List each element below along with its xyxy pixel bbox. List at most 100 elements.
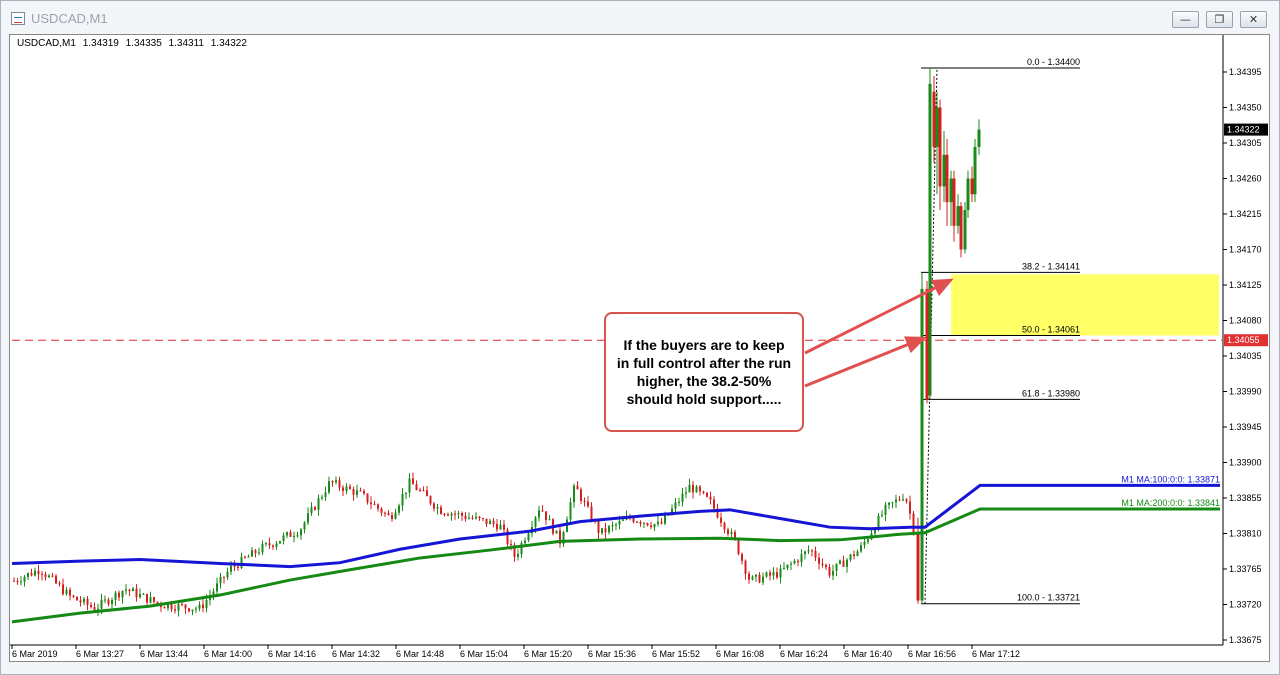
price-tick-label: 1.33945 xyxy=(1229,422,1262,432)
candle-body xyxy=(881,514,883,516)
candle-body xyxy=(942,154,946,187)
candle-body xyxy=(758,574,761,583)
time-tick-label: 6 Mar 14:32 xyxy=(332,649,380,659)
candle-body xyxy=(139,593,141,598)
candle-body xyxy=(538,510,540,518)
candle-body xyxy=(181,604,183,606)
candle-body xyxy=(62,584,64,595)
candle-body xyxy=(289,532,292,537)
candle-body xyxy=(128,589,131,592)
candle-body xyxy=(499,524,502,530)
candle-body xyxy=(300,529,302,536)
candle-body xyxy=(107,599,110,605)
candle-body xyxy=(863,541,866,546)
candle-body xyxy=(440,507,442,514)
candle-body xyxy=(90,604,92,608)
time-tick-label: 6 Mar 2019 xyxy=(12,649,58,659)
candle-body xyxy=(233,565,236,567)
time-tick-label: 6 Mar 16:40 xyxy=(844,649,892,659)
candle-body xyxy=(727,529,729,534)
candle-body xyxy=(338,480,341,488)
candle-body xyxy=(170,604,173,610)
candle-body xyxy=(366,493,369,503)
candle-body xyxy=(762,576,764,583)
candle-body xyxy=(765,572,768,577)
candle-body xyxy=(545,511,547,521)
candle-body xyxy=(839,560,841,564)
candle-body xyxy=(342,487,344,491)
candle-body xyxy=(685,492,687,494)
candle-body xyxy=(821,563,824,565)
candle-body xyxy=(503,524,505,530)
candle-body xyxy=(849,554,852,560)
candle-body xyxy=(76,596,78,601)
price-tick-label: 1.34125 xyxy=(1229,280,1262,290)
candle-body xyxy=(786,564,789,569)
candle-body xyxy=(149,597,152,603)
candle-body xyxy=(583,501,586,503)
candle-body xyxy=(485,518,488,525)
candle-body xyxy=(835,563,838,571)
candle-body xyxy=(142,593,145,595)
candle-body xyxy=(244,556,246,558)
candle-body xyxy=(681,493,684,503)
candle-body xyxy=(779,568,782,578)
candle-body xyxy=(310,507,313,514)
candle-body xyxy=(657,521,659,525)
candle-body xyxy=(688,484,691,493)
candle-body xyxy=(405,492,407,494)
candle-body xyxy=(48,575,50,578)
candle-body xyxy=(286,532,288,536)
candle-body xyxy=(433,503,435,509)
candle-body xyxy=(268,543,271,546)
candle-body xyxy=(307,513,309,523)
candle-body xyxy=(317,498,320,510)
candle-body xyxy=(135,588,138,598)
candle-body xyxy=(576,485,579,490)
candle-body xyxy=(205,599,208,609)
candle-body xyxy=(895,499,897,503)
ma100-label: M1 MA:100:0:0: 1.33871 xyxy=(1121,474,1220,484)
candle-body xyxy=(797,560,799,563)
candle-body xyxy=(618,520,621,525)
candle-body xyxy=(153,597,155,602)
candle-body xyxy=(254,550,257,554)
time-tick-label: 6 Mar 14:48 xyxy=(396,649,444,659)
candle-body xyxy=(387,513,390,516)
candle-body xyxy=(783,568,785,570)
time-tick-label: 6 Mar 15:04 xyxy=(460,649,508,659)
time-tick-label: 6 Mar 14:16 xyxy=(268,649,316,659)
candle-body xyxy=(195,608,197,610)
candle-body xyxy=(751,576,754,580)
candle-body xyxy=(408,478,411,493)
annotation-callout: If the buyers are to keep in full contro… xyxy=(604,312,804,432)
candle-body xyxy=(111,599,113,605)
candle-body xyxy=(146,593,148,603)
candle-body xyxy=(977,129,981,147)
time-tick-label: 6 Mar 16:56 xyxy=(908,649,956,659)
candle-body xyxy=(20,581,22,583)
annotation-text: If the buyers are to keep in full contro… xyxy=(616,337,792,407)
candle-body xyxy=(349,486,351,490)
candle-body xyxy=(265,543,267,545)
candle-body xyxy=(925,288,929,400)
candle-body xyxy=(970,178,974,195)
candle-body xyxy=(952,178,956,226)
price-tick-label: 1.33810 xyxy=(1229,529,1262,539)
candle-body xyxy=(335,480,337,483)
candle-body xyxy=(237,566,239,568)
candle-body xyxy=(949,178,953,203)
candle-body xyxy=(790,563,792,565)
candle-body xyxy=(363,491,365,494)
candle-body xyxy=(604,528,607,533)
candle-body xyxy=(807,550,810,552)
candle-body xyxy=(853,554,855,557)
time-tick-label: 6 Mar 16:24 xyxy=(780,649,828,659)
price-tick-label: 1.33900 xyxy=(1229,458,1262,468)
candle-body xyxy=(573,485,575,503)
candle-body xyxy=(534,517,537,527)
candle-body xyxy=(450,513,453,516)
candle-body xyxy=(83,598,85,603)
candle-body xyxy=(51,575,54,577)
candle-body xyxy=(69,589,71,596)
